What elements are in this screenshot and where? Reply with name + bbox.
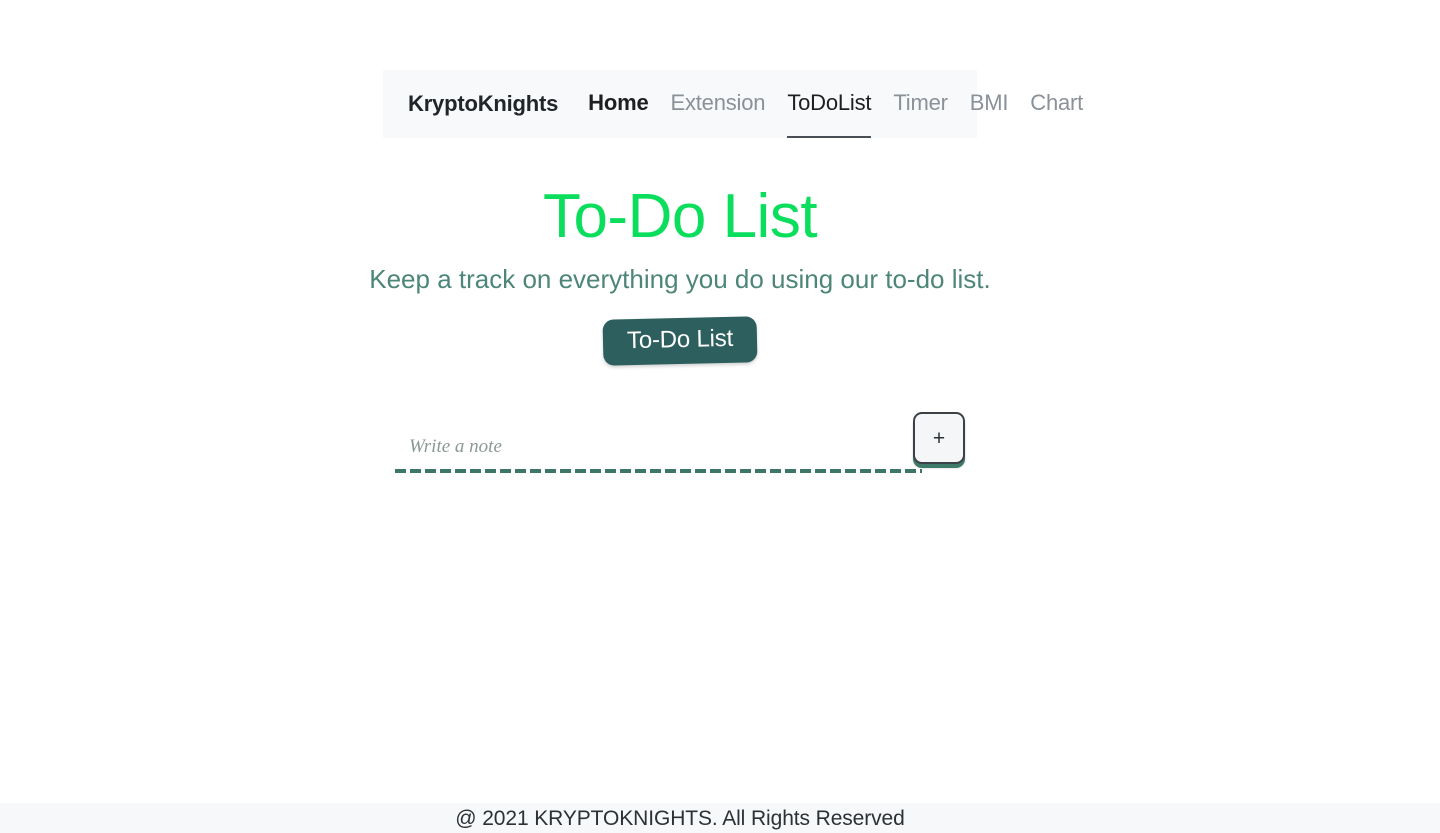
- nav-link-extension[interactable]: Extension: [671, 92, 766, 116]
- note-input-row: +: [395, 412, 965, 478]
- nav-links: Home Extension ToDoList Timer BMI Chart: [588, 92, 1083, 138]
- nav-link-timer[interactable]: Timer: [893, 92, 948, 116]
- page-title: To-Do List: [542, 181, 818, 251]
- brand-logo[interactable]: KryptoKnights: [408, 93, 558, 115]
- page-subtitle: Keep a track on everything you do using …: [369, 264, 991, 294]
- nav-link-bmi[interactable]: BMI: [970, 92, 1009, 116]
- footer-copyright: @ 2021 KRYPTOKNIGHTS. All Rights Reserve…: [455, 807, 905, 830]
- note-input-underline: [395, 469, 922, 473]
- todo-button-container: To-Do List: [0, 316, 1360, 366]
- add-note-button[interactable]: +: [913, 412, 965, 464]
- nav-link-todolist[interactable]: ToDoList: [787, 92, 872, 138]
- nav-link-chart[interactable]: Chart: [1030, 92, 1083, 116]
- note-input[interactable]: [395, 426, 915, 468]
- nav-link-home[interactable]: Home: [588, 92, 649, 116]
- main-navbar: KryptoKnights Home Extension ToDoList Ti…: [383, 70, 1083, 138]
- todo-list-button[interactable]: To-Do List: [602, 316, 758, 366]
